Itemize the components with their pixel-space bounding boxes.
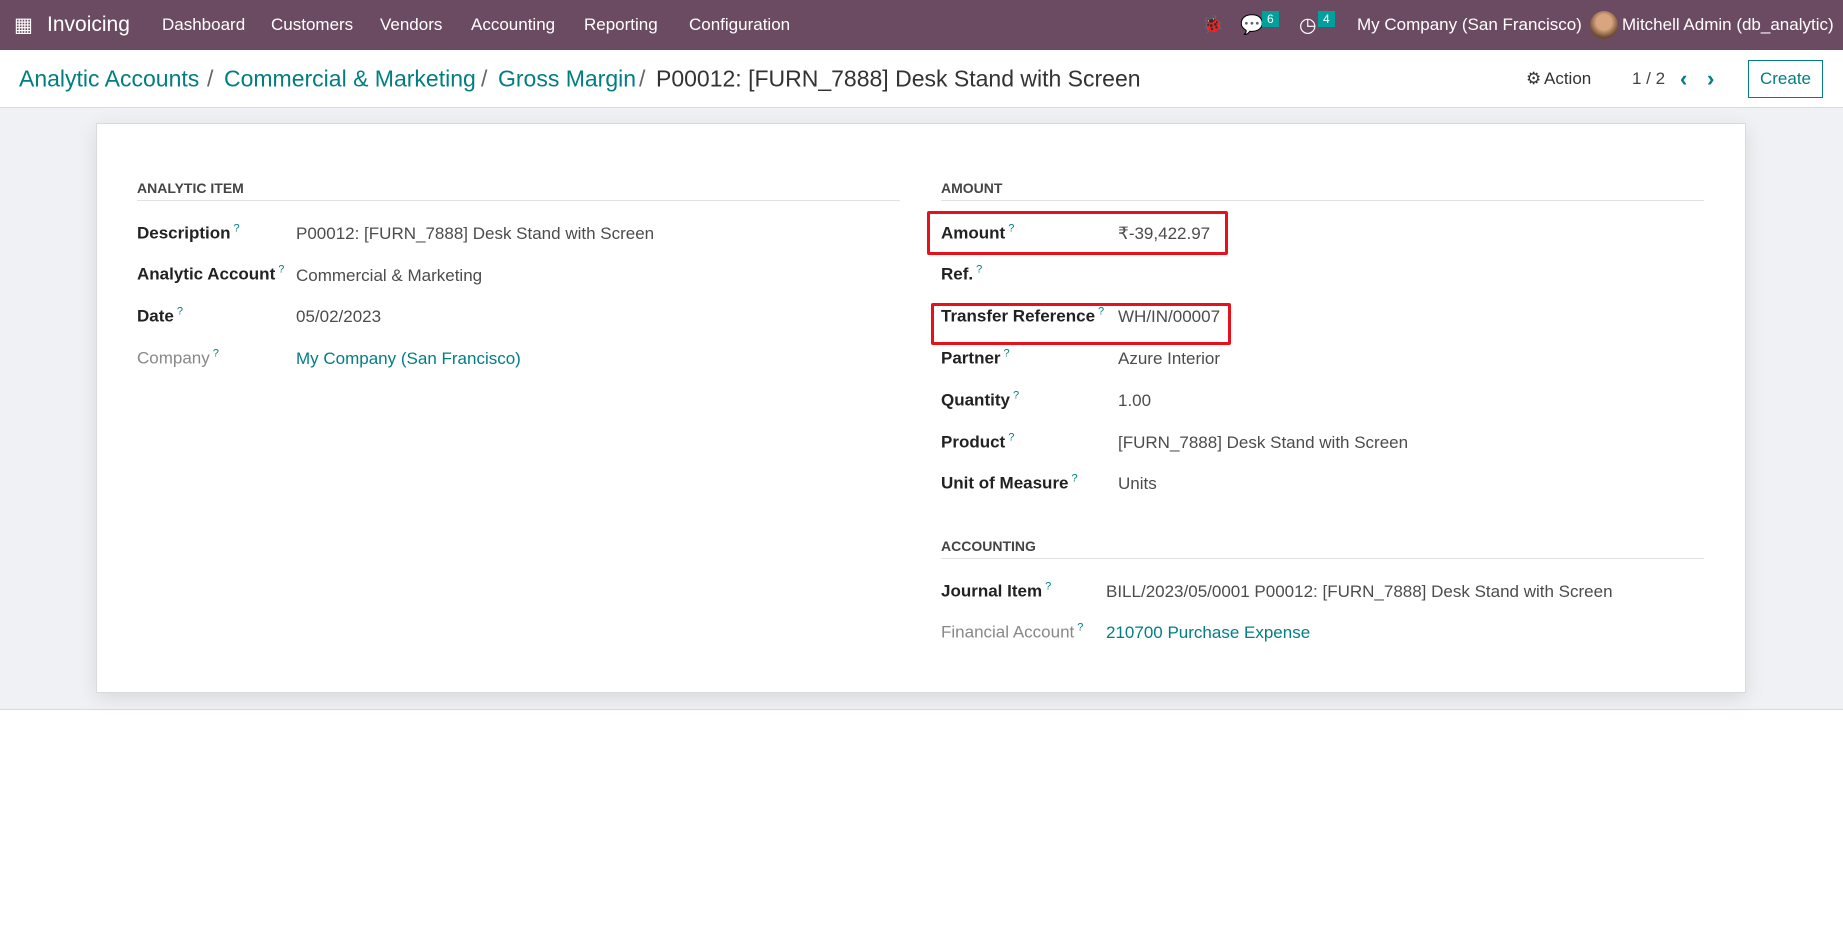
- field-label-date: Date?: [137, 305, 183, 326]
- field-label-amount: Amount?: [941, 222, 1015, 243]
- help-tooltip-icon[interactable]: ?: [1008, 223, 1014, 235]
- field-analytic-account[interactable]: Commercial & Marketing: [296, 266, 482, 286]
- pager-previous-icon[interactable]: ‹: [1680, 66, 1687, 92]
- menu-customers[interactable]: Customers: [271, 15, 353, 35]
- apps-grid-icon[interactable]: ▦: [14, 13, 33, 38]
- menu-configuration[interactable]: Configuration: [689, 15, 790, 35]
- top-navbar: ▦ Invoicing Dashboard Customers Vendors …: [0, 0, 1843, 50]
- field-financial-account-link[interactable]: 210700 Purchase Expense: [1106, 623, 1310, 643]
- help-tooltip-icon[interactable]: ?: [213, 348, 219, 360]
- section-analytic-item: ANALYTIC ITEM: [137, 180, 900, 201]
- field-label-description: Description?: [137, 222, 240, 243]
- pager-next-icon[interactable]: ›: [1707, 66, 1714, 92]
- messages-badge: 6: [1262, 11, 1279, 27]
- help-tooltip-icon[interactable]: ?: [234, 223, 240, 235]
- breadcrumb-gross-margin[interactable]: Gross Margin: [498, 65, 636, 92]
- help-tooltip-icon[interactable]: ?: [1004, 348, 1010, 360]
- create-button[interactable]: Create: [1748, 59, 1823, 98]
- field-unit-of-measure[interactable]: Units: [1118, 474, 1157, 494]
- field-label-unit-of-measure: Unit of Measure?: [941, 472, 1078, 493]
- section-amount: AMOUNT: [941, 180, 1704, 201]
- field-label-financial-account: Financial Account?: [941, 621, 1084, 642]
- app-name[interactable]: Invoicing: [47, 13, 130, 37]
- field-amount[interactable]: ₹-39,422.97: [1118, 224, 1210, 244]
- help-tooltip-icon[interactable]: ?: [1072, 473, 1078, 485]
- field-label-journal-item: Journal Item?: [941, 580, 1052, 601]
- field-journal-item[interactable]: BILL/2023/05/0001 P00012: [FURN_7888] De…: [1106, 582, 1613, 602]
- menu-reporting[interactable]: Reporting: [584, 15, 658, 35]
- field-date[interactable]: 05/02/2023: [296, 307, 381, 327]
- help-tooltip-icon[interactable]: ?: [1013, 390, 1019, 402]
- help-tooltip-icon[interactable]: ?: [1077, 622, 1083, 634]
- activities-clock-icon[interactable]: ◷: [1299, 13, 1316, 38]
- field-product[interactable]: [FURN_7888] Desk Stand with Screen: [1118, 433, 1408, 453]
- help-tooltip-icon[interactable]: ?: [1098, 306, 1104, 318]
- menu-accounting[interactable]: Accounting: [471, 15, 555, 35]
- menu-vendors[interactable]: Vendors: [380, 15, 442, 35]
- help-tooltip-icon[interactable]: ?: [1045, 581, 1051, 593]
- field-description[interactable]: P00012: [FURN_7888] Desk Stand with Scre…: [296, 224, 654, 244]
- help-tooltip-icon[interactable]: ?: [1008, 432, 1014, 444]
- help-tooltip-icon[interactable]: ?: [278, 264, 284, 276]
- breadcrumb-separator: /: [481, 65, 488, 91]
- breadcrumb-separator: /: [639, 65, 646, 91]
- field-quantity[interactable]: 1.00: [1118, 391, 1151, 411]
- action-menu-button[interactable]: Action: [1544, 69, 1591, 89]
- help-tooltip-icon[interactable]: ?: [976, 264, 982, 276]
- action-gear-icon[interactable]: ⚙: [1526, 69, 1541, 89]
- field-label-transfer-reference: Transfer Reference?: [941, 305, 1105, 326]
- menu-dashboard[interactable]: Dashboard: [162, 15, 245, 35]
- user-menu[interactable]: Mitchell Admin (db_analytic): [1622, 15, 1834, 35]
- field-label-analytic-account: Analytic Account?: [137, 263, 285, 284]
- control-panel: Analytic Accounts / Commercial & Marketi…: [0, 50, 1843, 108]
- breadcrumb-commercial-marketing[interactable]: Commercial & Marketing: [224, 65, 476, 92]
- pager-value[interactable]: 1 / 2: [1632, 69, 1665, 89]
- field-transfer-reference[interactable]: WH/IN/00007: [1118, 307, 1220, 327]
- messages-chat-icon[interactable]: 💬: [1240, 13, 1264, 37]
- user-avatar[interactable]: [1590, 11, 1618, 39]
- field-label-product: Product?: [941, 431, 1015, 452]
- field-company-link[interactable]: My Company (San Francisco): [296, 349, 521, 369]
- debug-bug-icon[interactable]: 🐞: [1202, 15, 1223, 35]
- breadcrumb-current: P00012: [FURN_7888] Desk Stand with Scre…: [656, 65, 1141, 91]
- field-label-ref: Ref.?: [941, 263, 983, 284]
- field-partner[interactable]: Azure Interior: [1118, 349, 1220, 369]
- form-sheet: [96, 123, 1746, 693]
- field-label-company: Company?: [137, 347, 219, 368]
- breadcrumb-analytic-accounts[interactable]: Analytic Accounts: [19, 65, 199, 92]
- breadcrumb-separator: /: [207, 65, 214, 91]
- help-tooltip-icon[interactable]: ?: [177, 306, 183, 318]
- section-accounting: ACCOUNTING: [941, 538, 1704, 559]
- activities-badge: 4: [1318, 11, 1335, 27]
- field-label-quantity: Quantity?: [941, 389, 1020, 410]
- company-switcher[interactable]: My Company (San Francisco): [1357, 15, 1582, 35]
- field-label-partner: Partner?: [941, 347, 1010, 368]
